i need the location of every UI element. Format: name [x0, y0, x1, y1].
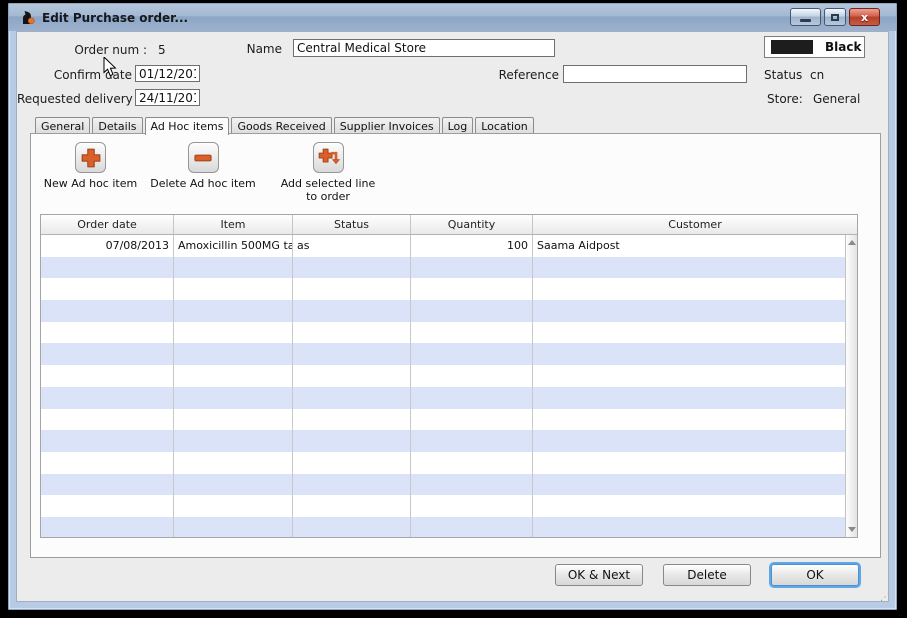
order-num-label: Order num : — [26, 43, 147, 57]
table-body-empty-rows — [41, 257, 845, 537]
tool-button-label: New Ad hoc item — [44, 177, 137, 190]
table-row-empty[interactable] — [41, 278, 845, 300]
confirm-date-input[interactable] — [135, 65, 200, 82]
color-swatch — [771, 40, 813, 54]
table-row-empty[interactable] — [41, 430, 845, 452]
app-icon — [19, 9, 36, 26]
cell-status: as — [293, 235, 411, 257]
table-row-empty[interactable] — [41, 365, 845, 387]
confirm-date-label: Confirm date — [26, 68, 132, 82]
edit-purchase-order-window: Edit Purchase order... x Order num : 5 N… — [8, 3, 897, 610]
maximize-button[interactable] — [824, 8, 846, 26]
tab-details[interactable]: Details — [92, 117, 142, 134]
ad-hoc-items-table: Order date Item Status Quantity Customer… — [40, 214, 858, 538]
table-row-empty[interactable] — [41, 387, 845, 409]
table-row-empty[interactable] — [41, 343, 845, 365]
minimize-button[interactable] — [790, 8, 821, 26]
delete-ad-hoc-item-button[interactable]: Delete Ad hoc item — [143, 142, 263, 190]
cell-item: Amoxicillin 500MG tablet — [174, 235, 293, 257]
column-header-quantity[interactable]: Quantity — [411, 215, 533, 234]
table-row[interactable]: 07/08/2013 Amoxicillin 500MG tablet as 1… — [41, 235, 845, 257]
cell-quantity: 100 — [411, 235, 533, 257]
store-label: Store: — [767, 92, 803, 106]
tab-supplier-invoices[interactable]: Supplier Invoices — [334, 117, 440, 134]
name-input[interactable] — [293, 39, 555, 57]
add-line-to-order-icon — [313, 142, 344, 173]
order-num-value: 5 — [158, 43, 166, 57]
title-bar[interactable]: Edit Purchase order... x — [9, 4, 896, 31]
table-row-empty[interactable] — [41, 517, 845, 537]
column-header-status[interactable]: Status — [293, 215, 411, 234]
tab-goods-received[interactable]: Goods Received — [231, 117, 331, 134]
add-selected-line-to-order-button[interactable]: Add selected line to order — [273, 142, 383, 203]
tool-button-label: Add selected line to order — [276, 177, 381, 203]
tab-log[interactable]: Log — [442, 117, 474, 134]
scroll-down-icon[interactable] — [848, 527, 856, 532]
table-body: 07/08/2013 Amoxicillin 500MG tablet as 1… — [41, 235, 845, 537]
new-ad-hoc-item-button[interactable]: New Ad hoc item — [33, 142, 148, 190]
tab-ad-hoc-items[interactable]: Ad Hoc items — [145, 117, 230, 135]
tab-bar: General Details Ad Hoc items Goods Recei… — [35, 116, 536, 134]
minus-icon — [188, 142, 219, 173]
requested-delivery-label: Requested delivery — [17, 92, 132, 106]
close-button[interactable]: x — [849, 8, 880, 26]
column-header-item[interactable]: Item — [174, 215, 293, 234]
column-header-order-date[interactable]: Order date — [41, 215, 174, 234]
column-header-customer[interactable]: Customer — [533, 215, 857, 234]
table-row-empty[interactable] — [41, 409, 845, 431]
store-value: General — [813, 92, 860, 106]
reference-label: Reference — [472, 68, 559, 82]
table-row-empty[interactable] — [41, 257, 845, 279]
table-row-empty[interactable] — [41, 322, 845, 344]
cell-order-date: 07/08/2013 — [41, 235, 174, 257]
table-row-empty[interactable] — [41, 452, 845, 474]
plus-icon — [75, 142, 106, 173]
minimize-icon — [800, 19, 811, 22]
scroll-up-icon[interactable] — [848, 240, 856, 245]
table-scrollbar[interactable] — [845, 235, 857, 537]
ad-hoc-items-panel: New Ad hoc item Delete Ad hoc item — [30, 133, 881, 558]
reference-input[interactable] — [563, 65, 747, 83]
delete-button[interactable]: Delete — [663, 564, 751, 586]
window-title: Edit Purchase order... — [42, 11, 188, 25]
color-name: Black — [825, 40, 861, 54]
dialog-body: Order num : 5 Name Black Confirm date Re… — [16, 31, 889, 602]
cell-customer: Saama Aidpost — [533, 235, 845, 257]
ok-and-next-button[interactable]: OK & Next — [555, 564, 643, 586]
tool-button-label: Delete Ad hoc item — [150, 177, 256, 190]
requested-delivery-input[interactable] — [135, 89, 200, 106]
ok-button[interactable]: OK — [771, 564, 859, 586]
status-label: Status — [764, 68, 802, 82]
table-row-empty[interactable] — [41, 300, 845, 322]
table-row-empty[interactable] — [41, 495, 845, 517]
tab-general[interactable]: General — [35, 117, 90, 134]
close-icon: x — [861, 11, 868, 24]
tab-location[interactable]: Location — [475, 117, 534, 134]
table-row-empty[interactable] — [41, 474, 845, 496]
maximize-icon — [831, 14, 839, 21]
color-picker-button[interactable]: Black — [764, 36, 865, 58]
status-value: cn — [810, 68, 824, 82]
name-label: Name — [197, 42, 282, 56]
table-header: Order date Item Status Quantity Customer — [41, 215, 857, 235]
resize-grip-icon[interactable]: ⋰ — [880, 593, 889, 602]
